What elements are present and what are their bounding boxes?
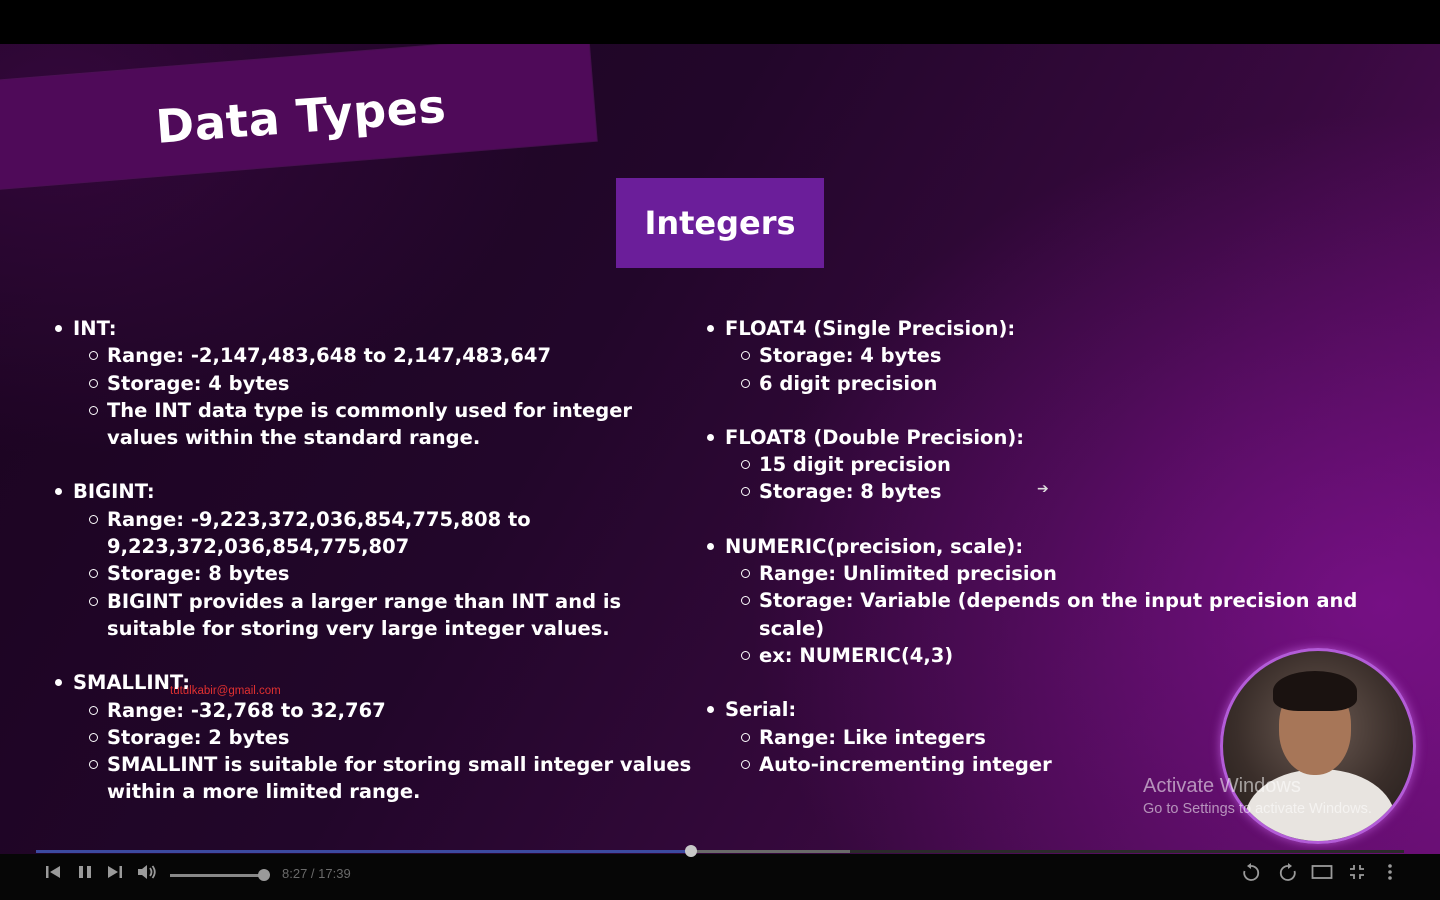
bullet-group: BIGINT: Range: -9,223,372,036,854,775,808… — [52, 478, 692, 642]
section-label: Integers — [616, 178, 824, 268]
sub-bullet-list: Range: -32,768 to 32,767 Storage: 2 bytes… — [52, 697, 692, 806]
activate-windows-subtitle: Go to Settings to activate Windows. — [1143, 801, 1372, 817]
activate-windows-title: Activate Windows — [1143, 775, 1301, 797]
bullet-heading: SMALLINT: — [52, 669, 692, 696]
sub-bullet-item: 15 digit precision — [704, 451, 1364, 478]
sub-bullet-item: Storage: 4 bytes — [52, 370, 692, 397]
sub-bullet-item: SMALLINT is suitable for storing small i… — [52, 751, 692, 806]
sub-bullet-item: Range: -9,223,372,036,854,775,808 to 9,2… — [52, 506, 692, 561]
theater-mode-icon[interactable] — [1311, 863, 1333, 887]
sub-bullet-list: Range: -2,147,483,648 to 2,147,483,647 St… — [52, 342, 692, 451]
volume-icon[interactable] — [136, 863, 158, 887]
progress-bar[interactable] — [36, 845, 1404, 857]
presenter-hair — [1273, 671, 1357, 711]
sub-bullet-item: Range: Unlimited precision — [704, 560, 1364, 587]
bullet-group: FLOAT8 (Double Precision): 15 digit preci… — [704, 424, 1364, 506]
progress-buffered — [691, 850, 850, 853]
bullet-group: FLOAT4 (Single Precision): Storage: 4 byt… — [704, 315, 1364, 397]
mouse-pointer-icon: ➔ — [1037, 481, 1049, 497]
bullet-group: SMALLINT: Range: -32,768 to 32,767 Storage… — [52, 669, 692, 805]
bullet-heading: BIGINT: — [52, 478, 692, 505]
player-controls-bar — [0, 854, 1440, 900]
forward-10-icon[interactable] — [1278, 863, 1298, 889]
sub-bullet-list: Storage: 4 bytes 6 digit precision — [704, 342, 1364, 397]
top-letterbox — [0, 0, 1440, 44]
sub-bullet-item: Storage: Variable (depends on the input … — [704, 587, 1364, 642]
sub-bullet-item: Storage: 4 bytes — [704, 342, 1364, 369]
pause-icon[interactable] — [76, 863, 94, 887]
sub-bullet-item: BIGINT provides a larger range than INT … — [52, 588, 692, 643]
sub-bullet-item: Range: -2,147,483,648 to 2,147,483,647 — [52, 342, 692, 369]
left-column: INT: Range: -2,147,483,648 to 2,147,483,6… — [52, 315, 692, 833]
volume-knob[interactable] — [258, 869, 270, 881]
skip-previous-icon[interactable] — [44, 863, 62, 887]
bullet-heading: NUMERIC(precision, scale): — [704, 533, 1364, 560]
sub-bullet-item: Storage: 8 bytes — [52, 560, 692, 587]
more-vertical-icon[interactable] — [1386, 863, 1394, 887]
bullet-heading: FLOAT8 (Double Precision): — [704, 424, 1364, 451]
sub-bullet-item: Range: -32,768 to 32,767 — [52, 697, 692, 724]
rewind-10-icon[interactable] — [1241, 863, 1261, 889]
sub-bullet-list: 15 digit precision Storage: 8 bytes — [704, 451, 1364, 506]
bullet-group: INT: Range: -2,147,483,648 to 2,147,483,6… — [52, 315, 692, 451]
sub-bullet-item: Storage: 8 bytes — [704, 478, 1364, 505]
sub-bullet-item: 6 digit precision — [704, 370, 1364, 397]
skip-next-icon[interactable] — [106, 863, 124, 887]
activate-windows-watermark: Activate Windows Go to Settings to activ… — [1143, 775, 1372, 817]
bullet-heading: INT: — [52, 315, 692, 342]
time-display: 8:27 / 17:39 — [282, 866, 351, 881]
progress-played — [36, 850, 692, 853]
bullet-heading: FLOAT4 (Single Precision): — [704, 315, 1364, 342]
video-frame[interactable]: Data Types Integers INT: Range: -2,147,48… — [0, 44, 1440, 854]
sub-bullet-item: The INT data type is commonly used for i… — [52, 397, 692, 452]
watermark-email: tutulkabir@gmail.com — [170, 685, 281, 697]
sub-bullet-list: Range: -9,223,372,036,854,775,808 to 9,2… — [52, 506, 692, 642]
sub-bullet-list: Range: Unlimited precision Storage: Varia… — [704, 560, 1364, 669]
volume-slider[interactable] — [170, 874, 264, 877]
sub-bullet-item: Storage: 2 bytes — [52, 724, 692, 751]
bullet-group: NUMERIC(precision, scale): Range: Unlimit… — [704, 533, 1364, 669]
exit-fullscreen-icon[interactable] — [1348, 863, 1366, 887]
